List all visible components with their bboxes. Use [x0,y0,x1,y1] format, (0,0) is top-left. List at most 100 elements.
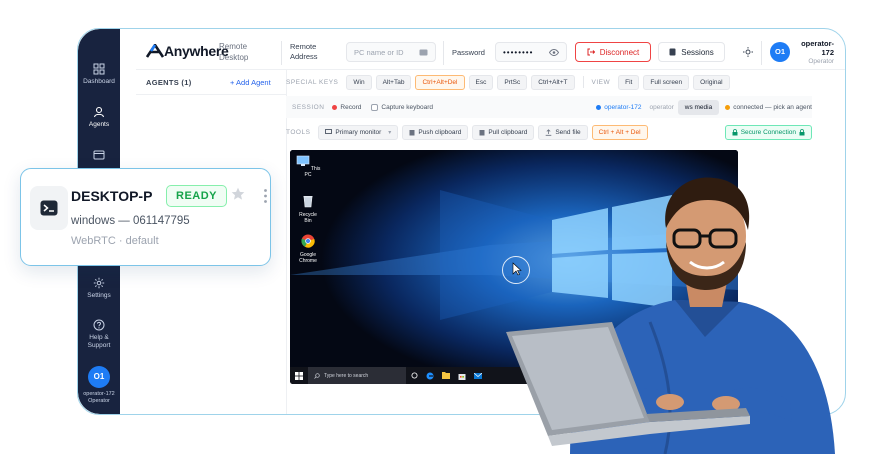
add-agent-button[interactable]: + Add Agent [230,78,271,87]
session-label: SESSION [292,103,325,111]
monitor-select-value: Primary monitor [335,128,382,136]
terminal-icon [40,200,58,216]
key-ctrl-alt-t-button[interactable]: Ctrl+Alt+T [531,74,575,90]
ctrl-alt-del-button[interactable]: Ctrl + Alt + Del [591,124,648,140]
send-file-button[interactable]: Send file [538,124,588,140]
store-icon[interactable] [454,367,470,384]
key-win-button[interactable]: Win [346,74,372,90]
edge-icon[interactable] [422,367,438,384]
eye-icon[interactable] [549,48,559,56]
disconnect-label: Disconnect [599,47,640,57]
sidebar-item-agents[interactable]: Agents [78,106,120,129]
secure-connection-label: Secure Connection [740,128,796,136]
record-dot-icon [332,104,338,110]
disconnect-button[interactable]: Disconnect [575,42,651,62]
agent-card[interactable]: DESKTOP-P READY windows — 061147795 WebR… [20,168,271,266]
keyboard-icon [419,49,428,55]
tools-label: TOOLS [286,128,311,136]
connection-status-text: connected — pick an agent [733,103,812,111]
password-label: Password [452,48,485,57]
chrome-icon [301,234,315,248]
header-user: operator-172 Operator [794,39,834,66]
status-dot-icon [725,104,731,110]
avatar[interactable]: O1 [88,366,110,388]
clipboard-icon [409,129,415,135]
recycle-bin-icon [303,196,313,208]
stage: Dashboard Agents Settings Help & Support… [0,0,890,454]
list-icon [669,48,676,56]
view-fullscreen-button[interactable]: Full screen [643,74,690,90]
view-original-button[interactable]: Original [693,74,730,90]
tools-row: TOOLS Primary monitor ▾ Push clipboard P… [286,121,812,143]
sidebar-item-settings[interactable]: Settings [78,277,120,300]
send-file-label: Send file [555,128,581,136]
sidebar-user: operator-172 Operator [78,391,120,405]
key-ctrl-alt-del-button[interactable]: Ctrl+Alt+Del [415,74,465,90]
windows-logo-icon [295,371,303,380]
capture-keyboard-checkbox[interactable]: Capture keyboard [371,103,434,111]
header-user-role: Operator [808,58,834,65]
help-icon [93,319,105,331]
computer-icon [296,155,309,166]
password-input[interactable]: •••••••• [495,42,567,62]
session-operator-role: operator [649,103,674,111]
agent-transport-line: WebRTC · default [71,235,159,247]
lock-icon [799,128,805,135]
sessions-label: Sessions [681,47,714,57]
status-badge: READY [166,185,228,207]
remote-address-input[interactable]: PC name or ID [346,42,436,62]
task-view-icon[interactable] [406,367,422,384]
monitor-icon [325,129,333,134]
sidebar-item-label: Settings [87,292,111,299]
pull-clipboard-label: Pull clipboard [488,128,528,136]
sidebar-item-sessions[interactable] [78,149,120,164]
special-keys-row: SPECIAL KEYS Win Alt+Tab Ctrl+Alt+Del Es… [286,71,812,93]
password-value: •••••••• [503,47,534,57]
upload-icon [546,128,552,136]
agent-avatar [30,186,68,230]
person-with-laptop-illustration [506,177,835,454]
key-prtsc-button[interactable]: PrtSc [497,74,528,90]
view-fit-button[interactable]: Fit [618,74,640,90]
connection-status: connected — pick an agent [725,104,812,111]
desktop-icon-chrome[interactable]: Google Chrome [295,234,321,264]
key-esc-button[interactable]: Esc [468,74,494,90]
start-button[interactable] [290,367,308,384]
divider [136,94,286,95]
sessions-button[interactable]: Sessions [658,42,725,62]
media-badge[interactable]: ws media [677,99,720,115]
divider [582,76,584,88]
lock-icon [732,128,738,135]
key-alt-tab-button[interactable]: Alt+Tab [375,74,412,90]
mail-icon[interactable] [470,367,486,384]
sidebar-item-dashboard[interactable]: Dashboard [78,63,120,86]
desktop-icon-this-pc[interactable]: This PC [295,154,321,178]
record-toggle[interactable]: Record [332,104,361,111]
desktop-icon-recycle-bin[interactable]: Recycle Bin [295,194,321,224]
remote-address-label: Remote Address [290,42,318,61]
pull-clipboard-button[interactable]: Pull clipboard [472,124,535,140]
desktop-icon-label: Recycle Bin [299,212,317,224]
taskbar-search-placeholder: Type here to search [324,372,369,379]
secure-connection-badge: Secure Connection [724,124,812,140]
session-row: SESSION Record Capture keyboard operator… [286,96,812,118]
taskbar-search-input[interactable]: Type here to search [308,367,406,384]
logout-icon [587,48,595,56]
capture-keyboard-label: Capture keyboard [381,103,434,111]
sidebar-item-label: Dashboard [83,78,115,85]
star-icon[interactable] [231,187,245,201]
sun-icon[interactable] [743,47,753,57]
more-options-icon[interactable] [264,189,267,203]
brand-subtitle: Remote Desktop [219,42,249,62]
push-clipboard-button[interactable]: Push clipboard [402,124,469,140]
grid-icon [93,63,105,75]
clipboard-icon [479,129,485,135]
agents-title: AGENTS (1) [146,78,192,87]
file-explorer-icon[interactable] [438,367,454,384]
sidebar-item-help[interactable]: Help & Support [78,319,120,350]
avatar[interactable]: O1 [770,42,790,62]
divider [443,41,444,65]
monitor-select[interactable]: Primary monitor ▾ [318,124,399,140]
checkbox-icon [371,103,379,111]
push-clipboard-label: Push clipboard [418,128,462,136]
